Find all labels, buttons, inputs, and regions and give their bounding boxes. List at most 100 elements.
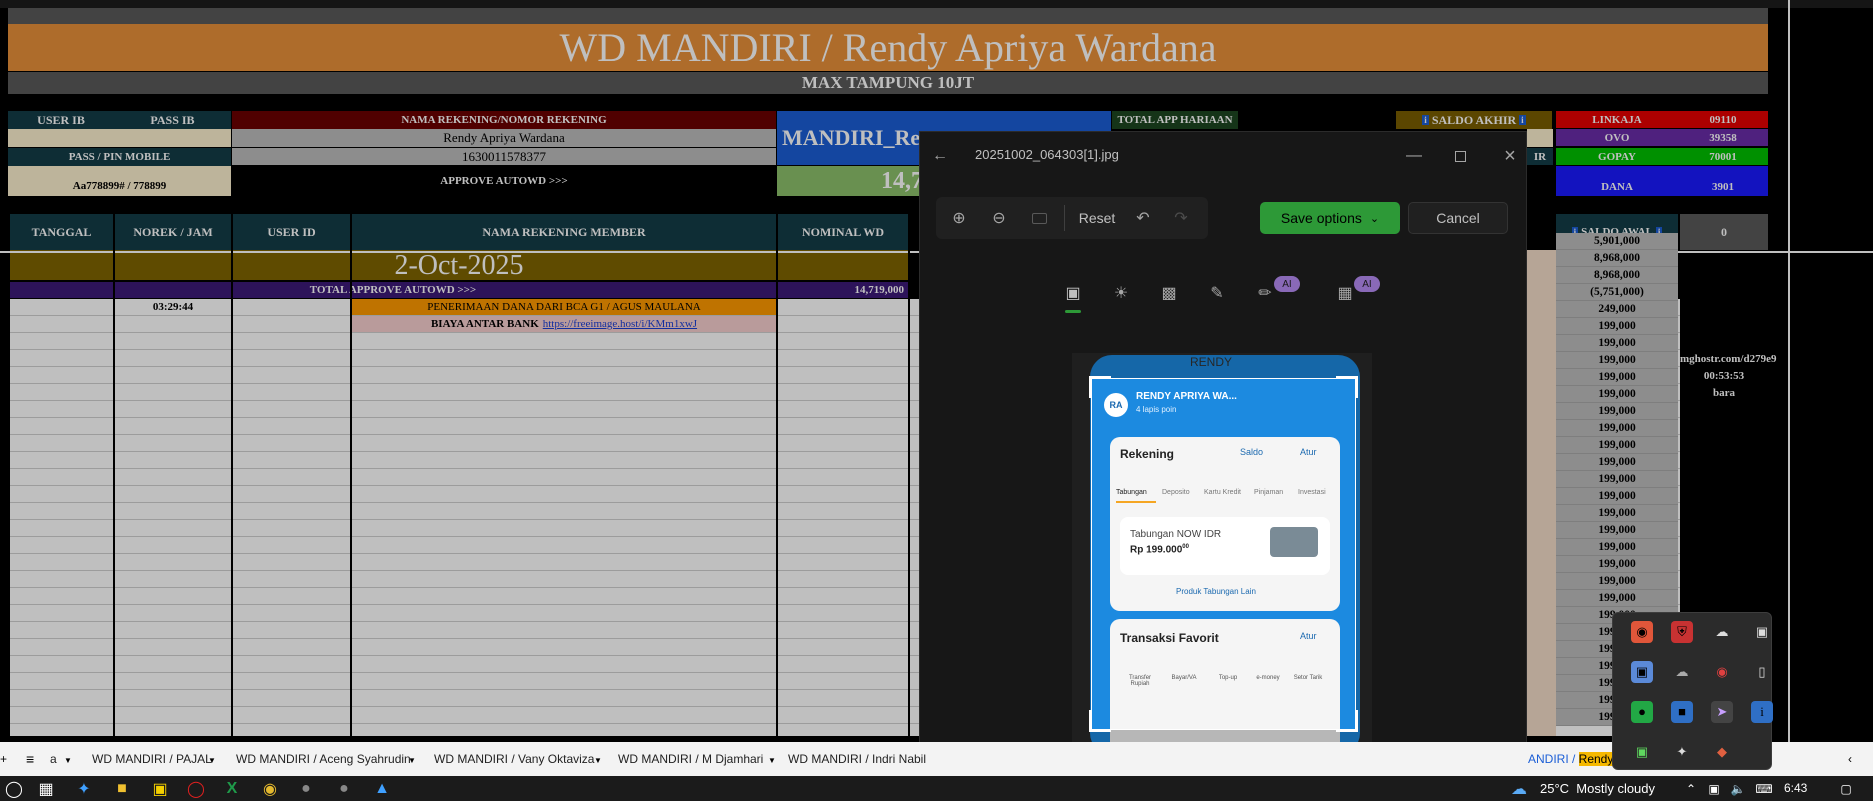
volume-icon[interactable]: 🔈	[1728, 779, 1748, 799]
crop-frame[interactable]	[1089, 376, 1358, 732]
display-icon[interactable]: ▣	[1631, 741, 1653, 763]
excel-icon[interactable]: X	[222, 779, 242, 799]
shield-icon[interactable]: ⛨	[1671, 621, 1693, 643]
saldo-awal-cell[interactable]: 199,000	[1556, 471, 1678, 488]
nomor-rek-value[interactable]: 1630011578377	[232, 148, 776, 165]
tray-app-icon[interactable]: ◉	[1631, 621, 1653, 643]
row1-time[interactable]: 03:29:44	[115, 299, 231, 315]
col-header-norek[interactable]: NOREK / JAM	[115, 214, 231, 250]
saldo-awal-cell[interactable]: 199,000	[1556, 369, 1678, 386]
row2-description[interactable]: BIAYA ANTAR BANK https://freeimage.host/…	[352, 316, 776, 332]
active-sheet-tab[interactable]: ANDIRI / Rendy A	[1528, 752, 1625, 766]
fit-screen-icon[interactable]	[1028, 207, 1050, 229]
side-link[interactable]: mghostr.com/d279e9	[1680, 351, 1790, 367]
photos-app-icon[interactable]: ▲	[372, 779, 392, 799]
tab-dropdown-icon[interactable]: ▼	[408, 756, 416, 765]
saldo-awal-cell[interactable]: 199,000	[1556, 454, 1678, 471]
cloud-icon[interactable]: ☁	[1671, 661, 1693, 683]
saldo-awal-cell[interactable]: 199,000	[1556, 522, 1678, 539]
crop-handle[interactable]	[1089, 376, 1111, 398]
saldo-awal-cell[interactable]: 8,968,000	[1556, 250, 1678, 267]
all-sheets-icon[interactable]: ≡	[26, 751, 34, 767]
notification-tray-icon[interactable]: ▣	[1704, 779, 1724, 799]
tab-dropdown-icon[interactable]: ▼	[594, 756, 602, 765]
saldo-awal-cell[interactable]: (5,751,000)	[1556, 284, 1678, 301]
sheet-tab[interactable]: WD MANDIRI / M Djamhari	[618, 752, 763, 766]
nvidia-icon[interactable]: ✦	[1671, 741, 1693, 763]
saldo-awal-cell[interactable]: 199,000	[1556, 505, 1678, 522]
task-view-icon[interactable]: ▦	[36, 779, 56, 799]
weather-icon[interactable]: ☁	[1508, 779, 1530, 799]
saldo-awal-cell[interactable]: 199,000	[1556, 420, 1678, 437]
saldo-awal-cell[interactable]: 199,000	[1556, 318, 1678, 335]
filter-icon[interactable]: ▩	[1158, 282, 1180, 304]
saldo-awal-cell[interactable]: 199,000	[1556, 335, 1678, 352]
color-wheel-icon[interactable]: ◉	[1711, 661, 1733, 683]
saldo-awal-cell[interactable]: 199,000	[1556, 539, 1678, 556]
zoom-in-icon[interactable]: ⊕	[948, 207, 970, 229]
close-icon[interactable]: ×	[1498, 144, 1522, 168]
saldo-awal-cell[interactable]: 249,000	[1556, 301, 1678, 318]
clock[interactable]: 6:43	[1784, 781, 1807, 795]
tab-dropdown-icon[interactable]: ▼	[768, 756, 776, 765]
brightness-icon[interactable]: ☀	[1110, 282, 1132, 304]
saldo-awal-cell[interactable]: 199,000	[1556, 352, 1678, 369]
opera-icon[interactable]: ◯	[186, 779, 206, 799]
erase-icon[interactable]: ✏	[1254, 282, 1276, 304]
background-blur-icon[interactable]: ▦	[1334, 282, 1356, 304]
user-ib-value-cell[interactable]	[8, 129, 231, 147]
tab-dropdown-icon[interactable]: ▼	[208, 756, 216, 765]
file-explorer-icon[interactable]: ■	[112, 779, 132, 799]
crop-icon[interactable]: ▣	[1062, 282, 1084, 304]
green-app-icon[interactable]: ●	[1631, 701, 1653, 723]
pin-value[interactable]: Aa778899# / 778899	[8, 166, 231, 196]
cloud-off-icon[interactable]: ☁	[1711, 621, 1733, 643]
puzzle-icon[interactable]: ◆	[1711, 741, 1733, 763]
col-header-nama-rek[interactable]: NAMA REKENING MEMBER	[352, 214, 776, 250]
save-options-button[interactable]: Save options ⌄	[1260, 202, 1400, 234]
tabs-scroll-left[interactable]: +	[0, 752, 7, 766]
row2-link[interactable]: https://freeimage.host/i/KMm1xwJ	[543, 318, 697, 330]
cancel-button[interactable]: Cancel	[1408, 202, 1508, 234]
box-icon[interactable]: ▣	[1631, 661, 1653, 683]
keyboard-icon[interactable]: ⌨	[1752, 779, 1776, 799]
reset-button[interactable]: Reset	[1072, 207, 1122, 229]
saldo-awal-cell[interactable]: 199,000	[1556, 488, 1678, 505]
nama-rek-value[interactable]: Rendy Apriya Wardana	[232, 129, 776, 147]
chrome-icon[interactable]: ◉	[260, 779, 280, 799]
chevron-up-icon[interactable]: ⌃	[1682, 779, 1700, 799]
monitor-icon[interactable]: ▣	[1751, 621, 1773, 643]
copilot-icon[interactable]: ✦	[74, 779, 94, 799]
zoom-out-icon[interactable]: ⊖	[988, 207, 1010, 229]
tab-dropdown-icon[interactable]: ▼	[64, 756, 72, 765]
saldo-awal-cell[interactable]: 199,000	[1556, 590, 1678, 607]
blue-app-icon[interactable]: ■	[1671, 701, 1693, 723]
saldo-awal-cell[interactable]: 199,000	[1556, 556, 1678, 573]
row1-description[interactable]: PENERIMAAN DANA DARI BCA G1 / AGUS MAULA…	[352, 299, 776, 315]
minimize-icon[interactable]: —	[1402, 144, 1426, 168]
saldo-awal-cell[interactable]: 8,968,000	[1556, 267, 1678, 284]
col-header-userid[interactable]: USER ID	[233, 214, 350, 250]
app-icon[interactable]: ●	[296, 779, 316, 799]
saldo-awal-cell[interactable]: 199,000	[1556, 386, 1678, 403]
sheet-tab[interactable]: WD MANDIRI / Indri Nabil	[788, 752, 926, 766]
crop-handle[interactable]	[1336, 376, 1358, 398]
search-icon[interactable]: ◯	[4, 779, 24, 799]
back-arrow-icon[interactable]: ←	[928, 144, 952, 168]
markup-pen-icon[interactable]: ✎	[1206, 282, 1228, 304]
info-icon[interactable]: i	[1751, 701, 1773, 723]
col-header-tanggal[interactable]: TANGGAL	[10, 214, 113, 250]
sheet-tab[interactable]: WD MANDIRI / Aceng Syahrudin	[236, 752, 411, 766]
col-header-nominal[interactable]: NOMINAL WD	[778, 214, 908, 250]
saldo-awal-cell[interactable]: 199,000	[1556, 573, 1678, 590]
maximize-icon[interactable]	[1448, 144, 1472, 168]
notifications-icon[interactable]: ▢	[1836, 779, 1856, 799]
saldo-awal-cell[interactable]: 199,000	[1556, 403, 1678, 420]
app-icon[interactable]: ●	[334, 779, 354, 799]
sheet-tab[interactable]: a	[50, 752, 57, 766]
tabs-scroll-right-icon[interactable]: ‹	[1848, 752, 1852, 766]
weather-text[interactable]: 25°C Mostly cloudy	[1540, 781, 1655, 796]
sheet-tab[interactable]: WD MANDIRI / Vany Oktaviza	[434, 752, 594, 766]
usb-icon[interactable]: ▯	[1751, 661, 1773, 683]
notes-app-icon[interactable]: ▣	[150, 779, 170, 799]
